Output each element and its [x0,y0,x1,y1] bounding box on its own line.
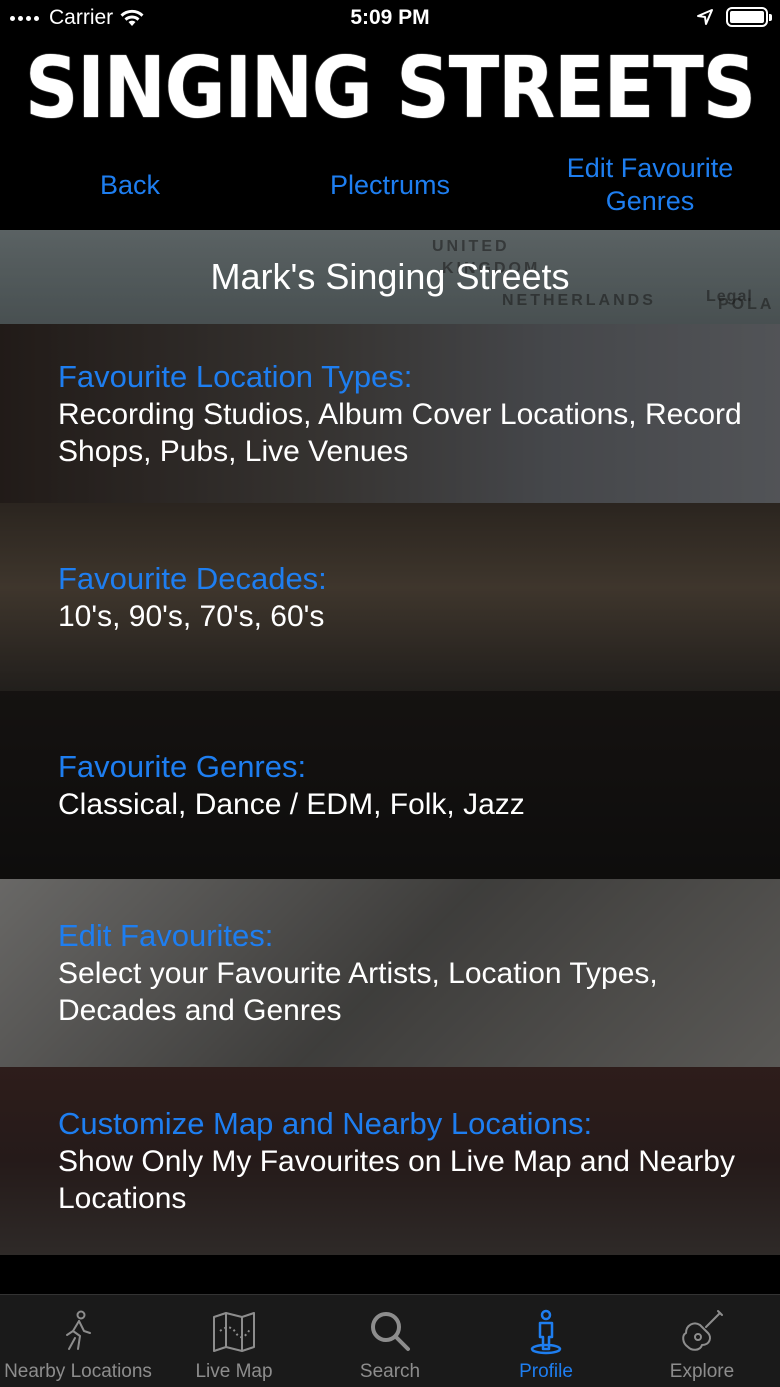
top-nav: Back Plectrums Edit Favourite Genres [0,140,780,230]
section-body: 10's, 90's, 70's, 60's [58,599,325,633]
tab-search[interactable]: Search [312,1295,468,1387]
edit-favourites-section[interactable]: Edit Favourites: Select your Favourite A… [0,879,780,1067]
header-logo-area: SINGING STREETS [0,38,780,138]
favourite-decades-section[interactable]: Favourite Decades: 10's, 90's, 70's, 60'… [0,503,780,691]
battery-icon [726,7,772,27]
profile-icon [530,1309,562,1355]
section-body: Recording Studios, Album Cover Locations… [58,397,742,468]
section-title: Favourite Location Types: [58,358,413,394]
tab-explore[interactable]: Explore [624,1295,780,1387]
profile-sections: Favourite Location Types: Recording Stud… [0,324,780,1255]
status-right [696,7,772,27]
section-title: Customize Map and Nearby Locations: [58,1106,593,1141]
page-title: Mark's Singing Streets [210,256,570,297]
edit-favourite-genres-button[interactable]: Edit Favourite Genres [520,152,780,218]
favourite-genres-section[interactable]: Favourite Genres: Classical, Dance / EDM… [0,691,780,879]
back-button[interactable]: Back [0,169,260,202]
location-arrow-icon [697,9,713,25]
tab-label: Search [359,1361,421,1382]
tab-live-map[interactable]: Live Map [156,1295,312,1387]
section-content: Favourite Genres: Classical, Dance / EDM… [58,691,750,879]
status-time: 5:09 PM [350,6,430,29]
tab-nearby-locations[interactable]: Nearby Locations [0,1295,156,1387]
tab-label: Profile [519,1361,573,1382]
app-logo: SINGING STREETS [24,38,756,138]
section-content: Customize Map and Nearby Locations: Show… [58,1067,750,1255]
tab-label: Nearby Locations [4,1361,152,1382]
section-content: Favourite Location Types: Recording Stud… [58,324,750,503]
section-body: Show Only My Favourites on Live Map and … [58,1145,735,1215]
guitar-icon [682,1310,723,1351]
plectrums-button[interactable]: Plectrums [260,169,520,202]
section-content: Edit Favourites: Select your Favourite A… [58,879,750,1067]
section-content: Favourite Decades: 10's, 90's, 70's, 60'… [58,503,750,691]
search-icon [371,1312,410,1351]
tab-profile[interactable]: Profile [468,1295,624,1387]
customize-map-section[interactable]: Customize Map and Nearby Locations: Show… [0,1067,780,1255]
tab-label: Explore [669,1361,735,1382]
section-body: Select your Favourite Artists, Location … [58,957,658,1027]
walking-person-icon [66,1310,91,1350]
favourite-location-types-section[interactable]: Favourite Location Types: Recording Stud… [0,324,780,503]
section-title: Favourite Genres: [58,748,307,784]
map-icon [213,1312,255,1352]
tab-bar: Nearby Locations Live Map Search Profile [0,1294,780,1387]
tab-label: Live Map [195,1361,273,1382]
section-title: Favourite Decades: [58,560,327,596]
title-banner: UNITED KINGDOM NETHERLANDS Legal POLA Ma… [0,230,780,324]
section-body: Classical, Dance / EDM, Folk, Jazz [58,787,525,821]
section-title: Edit Favourites: [58,918,274,953]
